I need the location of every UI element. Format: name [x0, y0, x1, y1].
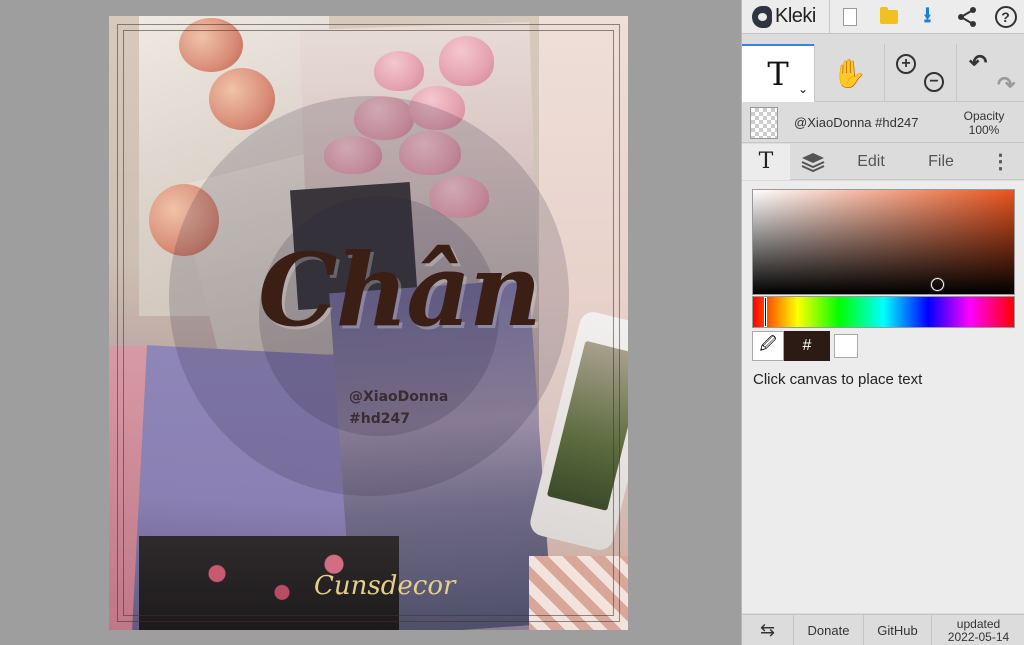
- undo-icon[interactable]: ↶: [969, 50, 987, 76]
- hand-tool-button[interactable]: ✋: [814, 44, 884, 102]
- tab-layers[interactable]: [790, 144, 836, 180]
- zoom-controls: + −: [884, 44, 956, 102]
- drawing-canvas[interactable]: Chân @XiaoDonna #hd247 Cunsdecor: [109, 16, 628, 630]
- hue-slider-handle[interactable]: [764, 297, 767, 327]
- layer-thumbnail: [750, 106, 778, 139]
- eyedropper-icon: 🖉: [759, 335, 777, 353]
- secondary-color-swatch[interactable]: [834, 334, 858, 358]
- history-controls: ↶ ↷: [956, 44, 1024, 102]
- download-icon: ⭳: [923, 1, 932, 27]
- zoom-in-icon[interactable]: +: [896, 54, 916, 74]
- layer-name: @XiaoDonna #hd247: [794, 115, 919, 130]
- github-link[interactable]: GitHub: [864, 615, 932, 645]
- updated-info[interactable]: updated 2022-05-14: [932, 615, 1024, 645]
- handle-line-1: @XiaoDonna: [349, 389, 449, 405]
- primary-color-hex-button[interactable]: #: [784, 331, 830, 361]
- chevron-down-icon[interactable]: ⌄: [798, 82, 808, 96]
- swap-layout-button[interactable]: ⇆: [742, 615, 794, 645]
- tab-text-settings[interactable]: T: [742, 143, 790, 180]
- open-file-button[interactable]: [869, 0, 908, 34]
- updated-label: updated: [956, 616, 1001, 631]
- help-icon: ?: [994, 5, 1017, 28]
- canvas-area[interactable]: Chân @XiaoDonna #hd247 Cunsdecor: [0, 0, 741, 645]
- canvas-handle-text: @XiaoDonna #hd247: [349, 386, 489, 430]
- tab-edit[interactable]: Edit: [836, 144, 906, 180]
- redo-icon[interactable]: ↷: [997, 72, 1015, 98]
- hex-label: #: [802, 337, 812, 354]
- hand-icon: ✋: [832, 57, 867, 89]
- share-button[interactable]: [947, 0, 986, 34]
- footer-bar: ⇆ Donate GitHub updated 2022-05-14: [742, 614, 1024, 645]
- new-document-icon: [842, 7, 857, 26]
- donate-link[interactable]: Donate: [794, 615, 864, 645]
- help-button[interactable]: ?: [986, 0, 1024, 34]
- text-tool-panel: 🖉 # Click canvas to place text: [742, 181, 1024, 613]
- canvas-title-text: Chân: [258, 231, 542, 349]
- more-menu-icon[interactable]: ⋮: [976, 144, 1024, 180]
- tool-row: T ⌄ ✋ + − ↶ ↷: [742, 44, 1024, 102]
- color-swatches: 🖉 #: [752, 331, 858, 361]
- save-button[interactable]: ⭳: [908, 0, 947, 34]
- top-bar: Kleki ⭳ ?: [742, 0, 1024, 34]
- logo-text: Kleki: [775, 5, 816, 27]
- canvas-signature: Cunsdecor: [314, 571, 456, 601]
- hue-slider[interactable]: [752, 296, 1015, 328]
- share-icon: [957, 6, 976, 27]
- tab-file[interactable]: File: [906, 144, 976, 180]
- layer-opacity: Opacity 100%: [954, 109, 1014, 137]
- layers-icon: [801, 152, 825, 172]
- text-tool-icon: T: [767, 55, 789, 93]
- kleki-logo-icon: [752, 5, 772, 28]
- right-panel: Kleki ⭳ ? T ⌄ ✋ + − ↶ ↷ @XiaoDonna #hd24…: [741, 0, 1024, 645]
- opacity-label: Opacity: [963, 108, 1005, 123]
- panel-tabs: T Edit File ⋮: [742, 143, 1024, 180]
- new-document-button[interactable]: [830, 0, 869, 34]
- handle-line-2: #hd247: [349, 411, 410, 427]
- active-layer-row[interactable]: @XiaoDonna #hd247 Opacity 100%: [742, 103, 1024, 143]
- text-tool-button[interactable]: T ⌄: [742, 44, 814, 102]
- hint-text: Click canvas to place text: [753, 371, 923, 388]
- eyedropper-button[interactable]: 🖉: [752, 331, 784, 361]
- kleki-logo[interactable]: Kleki: [742, 0, 830, 34]
- saturation-value-picker[interactable]: [752, 189, 1015, 295]
- swap-icon: ⇆: [759, 620, 776, 640]
- opacity-value: 100%: [968, 122, 1000, 137]
- open-folder-icon: [879, 6, 898, 24]
- updated-date: 2022-05-14: [947, 629, 1010, 644]
- color-picker-handle[interactable]: [931, 278, 944, 291]
- zoom-out-icon[interactable]: −: [924, 72, 944, 92]
